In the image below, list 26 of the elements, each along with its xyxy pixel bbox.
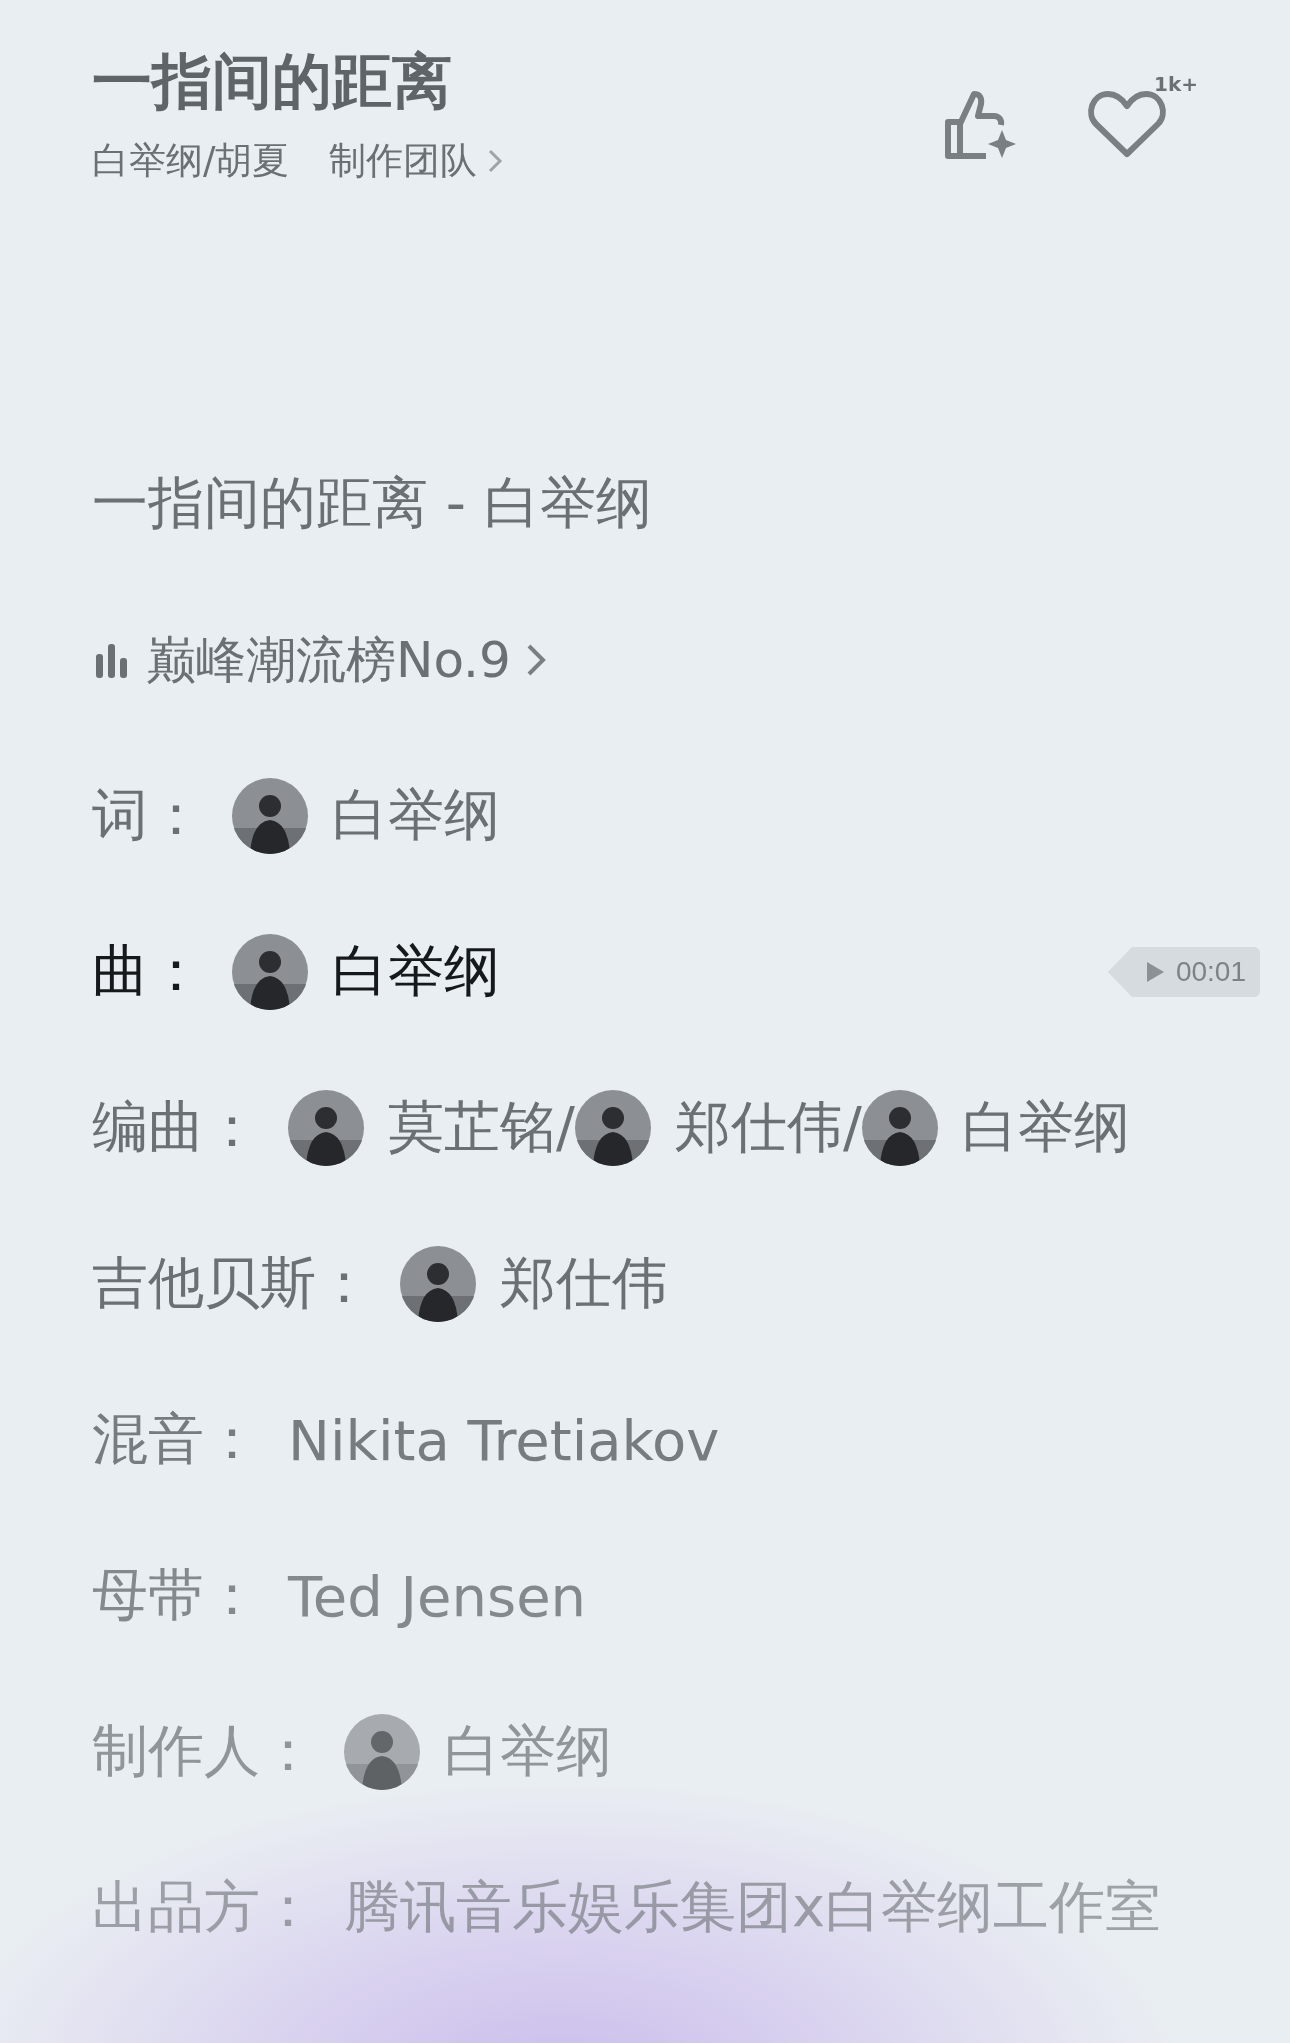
artist-names[interactable]: 白举纲/胡夏	[92, 136, 290, 186]
credit-label: 出品方：	[92, 1873, 316, 1941]
credit-label: 制作人：	[92, 1717, 316, 1785]
credit-name[interactable]: 郑仕伟	[500, 1246, 668, 1322]
credit-name: 腾讯音乐娱乐集团x白举纲工作室	[344, 1873, 1162, 1941]
credit-label: 吉他贝斯：	[92, 1249, 372, 1317]
credit-label: 曲：	[92, 937, 204, 1005]
credit-label: 母带：	[92, 1561, 260, 1629]
song-title: 一指间的距离	[92, 45, 453, 118]
like-count: 1k+	[1154, 72, 1198, 96]
credit-name[interactable]: 白举纲	[332, 778, 500, 854]
team-link[interactable]: 制作团队	[329, 136, 504, 186]
credit-name[interactable]: 白举纲	[332, 934, 500, 1010]
credit-label: 混音：	[92, 1405, 260, 1473]
preview-button[interactable]: 00:01	[1107, 947, 1260, 997]
chart-link[interactable]: 巅峰潮流榜No.9	[92, 626, 547, 694]
lyric-line: 一指间的距离 - 白举纲	[92, 469, 652, 537]
credit-name: Ted Jensen	[288, 1563, 587, 1629]
credit-label: 词：	[92, 781, 204, 849]
credit-name[interactable]: 白举纲	[444, 1714, 612, 1790]
credit-label: 编曲：	[92, 1093, 260, 1161]
credit-name: Nikita Tretiakov	[288, 1407, 720, 1473]
chevron-right-icon	[487, 148, 504, 174]
credit-name[interactable]: 莫芷铭/	[388, 1090, 575, 1166]
credit-name[interactable]: 白举纲	[961, 1090, 1130, 1166]
credit-name[interactable]: 郑仕伟/	[674, 1090, 862, 1166]
